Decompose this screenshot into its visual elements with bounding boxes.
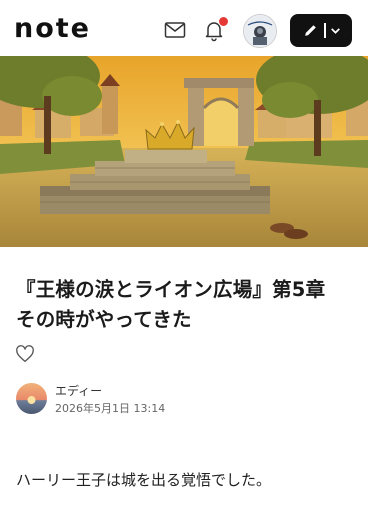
article-body: ハーリー王子は城を出る覚悟でした。	[16, 471, 272, 489]
user-avatar[interactable]	[243, 14, 277, 48]
button-divider	[324, 23, 326, 38]
article-title: 『王様の涙とライオン広場』第5章 その時がやってきた	[16, 278, 345, 331]
hero-image	[0, 56, 368, 247]
author-name[interactable]: エディー	[55, 383, 102, 399]
post-date: 2026年5月1日 13:14	[55, 402, 166, 415]
note-logo[interactable]: note	[14, 12, 91, 46]
top-bar: note	[0, 0, 368, 56]
post-button[interactable]	[290, 14, 352, 47]
chevron-down-icon[interactable]	[329, 24, 342, 37]
notification-dot	[218, 16, 229, 27]
pencil-icon	[305, 25, 316, 36]
heart-icon[interactable]	[15, 345, 35, 363]
mail-icon[interactable]	[163, 18, 187, 42]
author-avatar[interactable]	[16, 383, 47, 414]
